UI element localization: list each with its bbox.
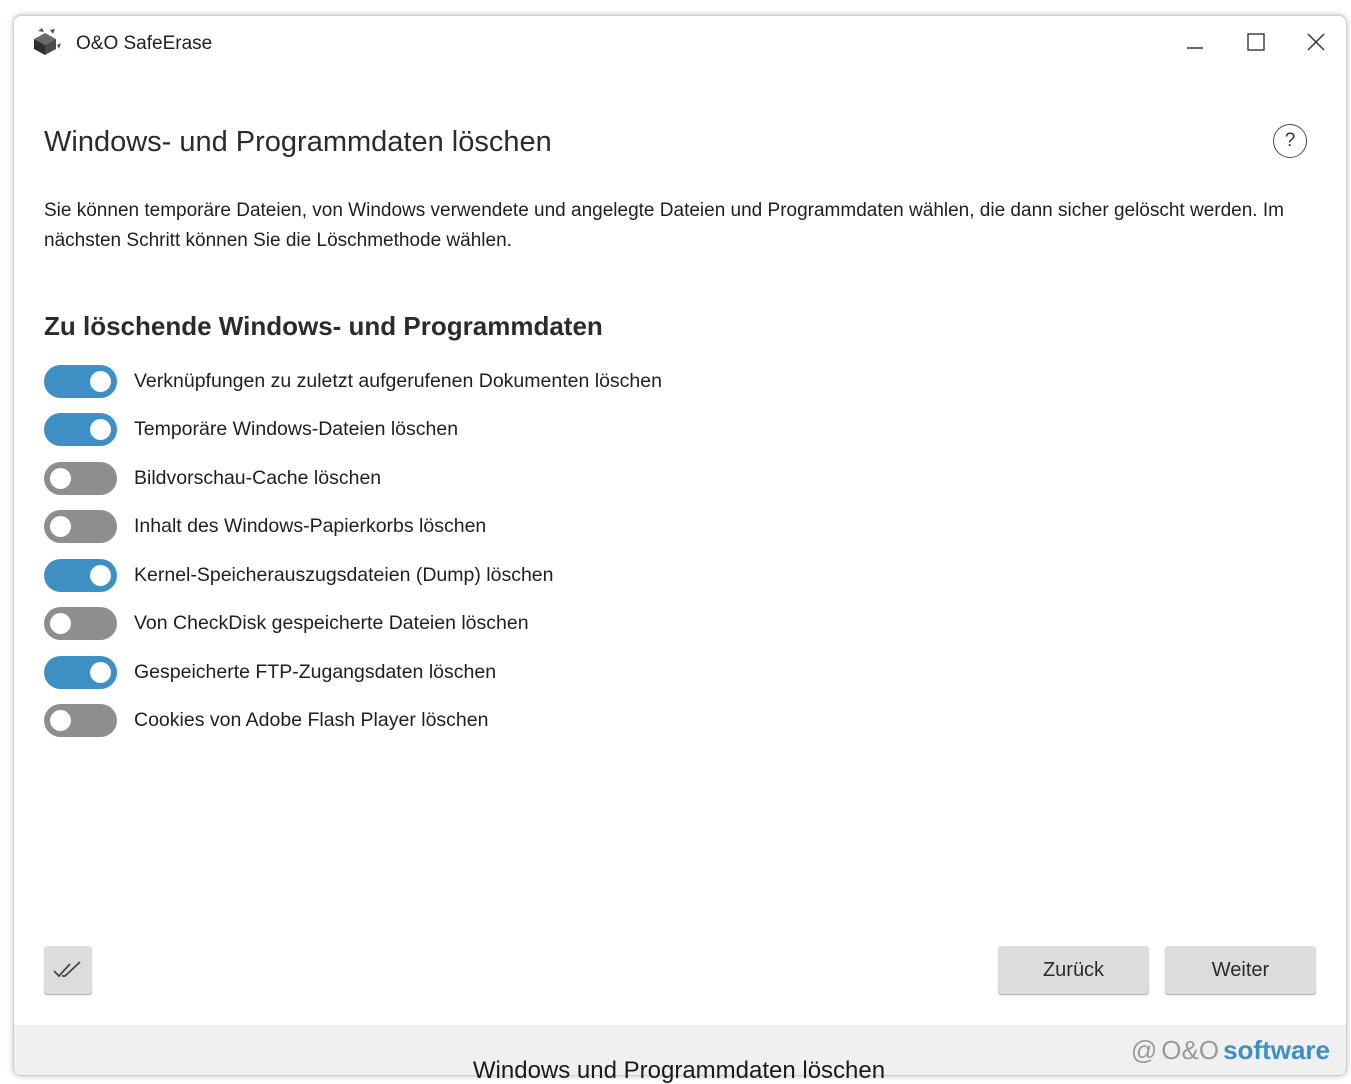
toggle-knob — [90, 661, 111, 683]
option-label: Von CheckDisk gespeicherte Dateien lösch… — [134, 612, 529, 635]
safeerase-app-icon — [34, 28, 61, 55]
option-label: Kernel-Speicherauszugsdateien (Dump) lös… — [134, 563, 554, 586]
back-button[interactable]: Zurück — [998, 946, 1149, 994]
toggle-knob — [90, 370, 111, 392]
option-kernel-dump[interactable]: Kernel-Speicherauszugsdateien (Dump) lös… — [44, 551, 944, 600]
toggle-switch[interactable] — [44, 607, 117, 641]
toggle-knob — [50, 710, 71, 732]
option-ftp-credentials[interactable]: Gespeicherte FTP-Zugangsdaten löschen — [44, 648, 944, 697]
option-label: Temporäre Windows-Dateien löschen — [134, 418, 459, 441]
toggle-knob — [90, 564, 111, 586]
toggle-knob — [50, 467, 71, 489]
option-recent-documents[interactable]: Verknüpfungen zu zuletzt aufgerufenen Do… — [44, 357, 944, 406]
toggle-switch[interactable] — [44, 461, 117, 495]
window-title: O&O SafeErase — [76, 33, 213, 54]
toggle-switch[interactable] — [44, 558, 117, 592]
minimize-button[interactable] — [1173, 24, 1217, 60]
option-label: Verknüpfungen zu zuletzt aufgerufenen Do… — [134, 369, 662, 392]
next-button[interactable]: Weiter — [1165, 946, 1316, 994]
maximize-button[interactable] — [1234, 24, 1278, 60]
options-list: Verknüpfungen zu zuletzt aufgerufenen Do… — [44, 357, 944, 745]
image-caption: Windows und Programmdaten löschen — [472, 1057, 886, 1084]
option-label: Inhalt des Windows-Papierkorbs löschen — [134, 515, 487, 538]
app-window: O&O SafeErase Windows- und Programmdaten… — [13, 15, 1347, 1076]
page-description: Sie können temporäre Dateien, von Window… — [44, 200, 1284, 251]
toggle-knob — [50, 516, 71, 538]
screen: O&O SafeErase Windows- und Programmdaten… — [0, 0, 1351, 1084]
option-label: Cookies von Adobe Flash Player löschen — [134, 709, 489, 732]
section-title: Zu löschende Windows- und Programmdaten — [44, 311, 603, 341]
option-recycle-bin[interactable]: Inhalt des Windows-Papierkorbs löschen — [44, 503, 944, 552]
page-title: Windows- und Programmdaten löschen — [44, 126, 552, 158]
option-flash-cookies[interactable]: Cookies von Adobe Flash Player löschen — [44, 697, 944, 746]
toggle-switch[interactable] — [44, 704, 117, 738]
close-icon — [1307, 33, 1325, 51]
toggle-switch[interactable] — [44, 510, 117, 544]
help-button[interactable]: ? — [1273, 124, 1307, 158]
title-bar[interactable]: O&O SafeErase — [14, 16, 1346, 70]
option-label: Gespeicherte FTP-Zugangsdaten löschen — [134, 660, 497, 683]
option-label: Bildvorschau-Cache löschen — [134, 466, 382, 489]
option-thumbnail-cache[interactable]: Bildvorschau-Cache löschen — [44, 454, 944, 503]
maximize-icon — [1247, 33, 1265, 51]
option-temp-windows-files[interactable]: Temporäre Windows-Dateien löschen — [44, 406, 944, 455]
double-check-icon — [53, 961, 81, 978]
close-button[interactable] — [1294, 24, 1338, 60]
toggle-switch[interactable] — [44, 364, 117, 398]
toggle-knob — [50, 613, 71, 635]
option-checkdisk-files[interactable]: Von CheckDisk gespeicherte Dateien lösch… — [44, 600, 944, 649]
toggle-switch[interactable] — [44, 413, 117, 447]
minimize-icon — [1187, 47, 1203, 49]
toggle-switch[interactable] — [44, 655, 117, 689]
toggle-knob — [90, 419, 111, 441]
help-icon: ? — [1284, 130, 1296, 151]
select-all-button[interactable] — [44, 946, 92, 994]
